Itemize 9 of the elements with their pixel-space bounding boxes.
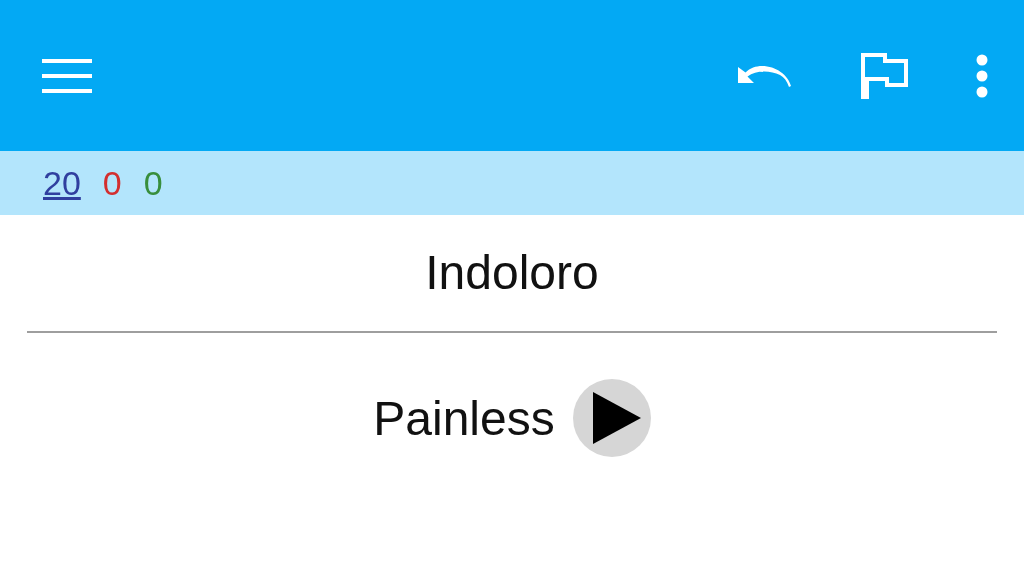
menu-icon — [42, 58, 92, 93]
count-label: 0 — [143, 163, 163, 203]
count-label: 0 — [102, 163, 122, 203]
count-link[interactable]: 20 — [43, 163, 81, 203]
more-icon — [976, 53, 988, 98]
question-word: Indoloro — [425, 246, 599, 299]
flag-icon — [860, 51, 908, 100]
answer-text: Painless — [373, 390, 555, 446]
play-icon — [592, 392, 641, 444]
